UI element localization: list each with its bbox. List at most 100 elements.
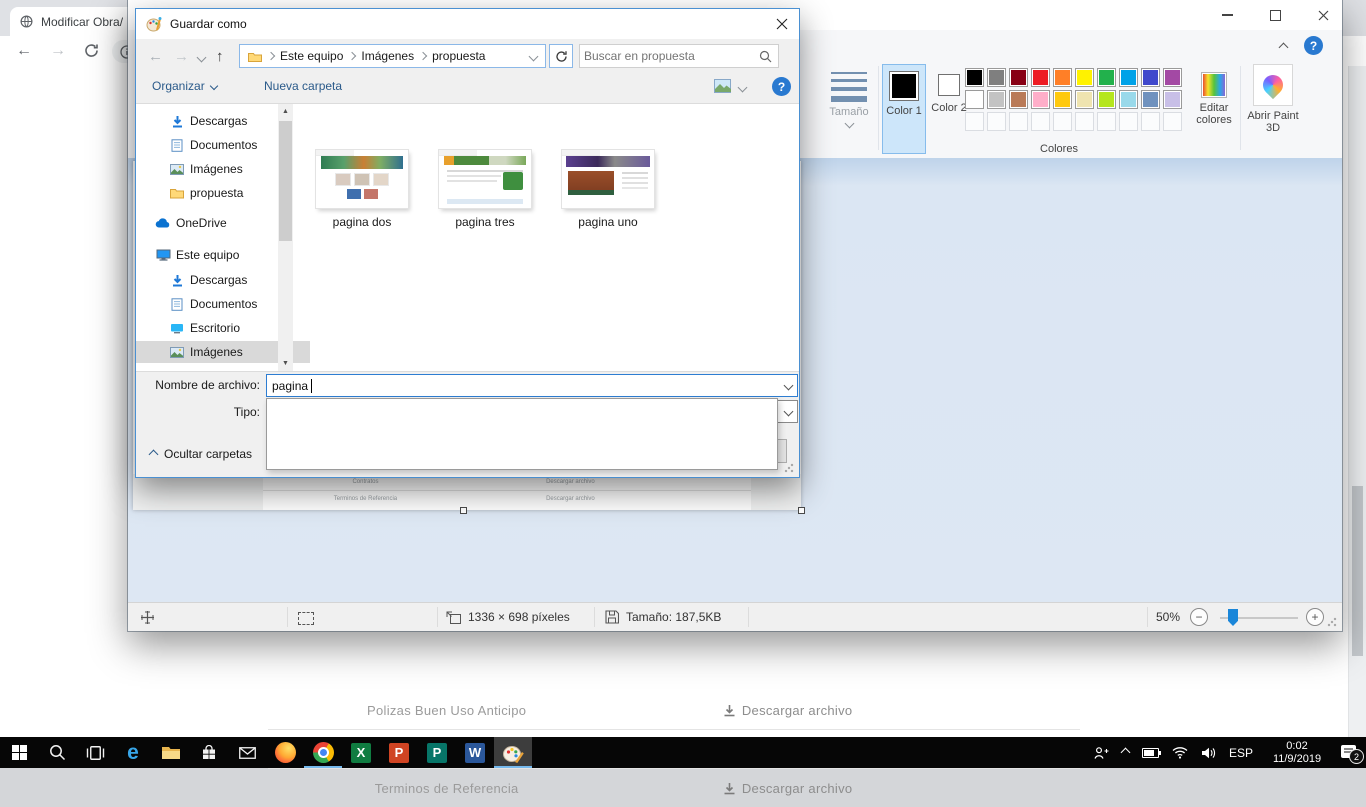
palette-empty-slot[interactable] — [1031, 112, 1050, 131]
chevron-down-icon[interactable] — [779, 408, 797, 415]
zoom-in-button[interactable]: + — [1306, 608, 1324, 626]
taskbar-firefox[interactable] — [266, 737, 304, 768]
palette-empty-slot[interactable] — [987, 112, 1006, 131]
search-box[interactable] — [579, 44, 779, 68]
hide-folders-button[interactable]: Ocultar carpetas — [150, 447, 252, 461]
wifi-icon[interactable] — [1172, 746, 1188, 759]
sidebar-item-onedrive[interactable]: OneDrive — [136, 212, 296, 234]
taskbar-paint[interactable] — [494, 737, 532, 768]
palette-color[interactable] — [1009, 68, 1028, 87]
open-paint3d-button[interactable]: Abrir Paint 3D — [1246, 64, 1300, 154]
battery-icon[interactable] — [1142, 748, 1159, 758]
taskbar-file-explorer[interactable] — [152, 737, 190, 768]
palette-empty-slot[interactable] — [1119, 112, 1138, 131]
browser-reload-icon[interactable] — [84, 43, 99, 58]
filename-input[interactable]: pagina — [266, 374, 798, 397]
file-item[interactable]: pagina tres — [425, 150, 545, 229]
sidebar-item-este-equipo[interactable]: Este equipo — [136, 244, 296, 266]
breadcrumb[interactable]: Este equipo Imágenes propuesta — [239, 44, 546, 68]
address-dropdown-icon[interactable] — [529, 51, 539, 61]
edit-colors-button[interactable]: Editar colores — [1190, 64, 1238, 154]
palette-color[interactable] — [1031, 68, 1050, 87]
palette-color[interactable] — [1141, 68, 1160, 87]
taskbar-excel[interactable]: X — [342, 737, 380, 768]
canvas-resize-handle[interactable] — [798, 507, 805, 514]
scroll-up-icon[interactable]: ▲ — [278, 104, 293, 119]
size-button[interactable]: Tamaño — [820, 64, 878, 154]
breadcrumb-segment[interactable]: Imágenes — [361, 49, 414, 63]
taskbar-chrome[interactable] — [304, 737, 342, 768]
action-center-icon[interactable]: 2 — [1341, 745, 1358, 760]
start-button[interactable] — [0, 737, 38, 768]
file-item[interactable]: pagina dos — [302, 150, 422, 229]
sidebar-scrollbar[interactable]: ▲ ▼ — [278, 104, 293, 371]
new-folder-button[interactable]: Nueva carpeta — [264, 79, 342, 93]
nav-forward-icon[interactable]: → — [174, 49, 189, 64]
palette-empty-slot[interactable] — [1097, 112, 1116, 131]
browser-forward-icon[interactable]: → — [50, 42, 66, 60]
view-dropdown-icon[interactable] — [738, 83, 748, 93]
window-resize-grip[interactable] — [1327, 617, 1337, 627]
taskbar-clock[interactable]: 0:02 11/9/2019 — [1266, 740, 1328, 766]
palette-color[interactable] — [965, 68, 984, 87]
palette-empty-slot[interactable] — [1141, 112, 1160, 131]
refresh-button[interactable] — [549, 44, 573, 68]
language-indicator[interactable]: ESP — [1229, 746, 1253, 760]
browser-back-icon[interactable]: ← — [16, 42, 32, 60]
palette-color[interactable] — [1119, 90, 1138, 109]
palette-empty-slot[interactable] — [1075, 112, 1094, 131]
palette-color[interactable] — [987, 68, 1006, 87]
nav-back-icon[interactable]: ← — [148, 49, 163, 64]
palette-color[interactable] — [1075, 90, 1094, 109]
palette-color[interactable] — [1163, 90, 1182, 109]
taskbar-search-button[interactable] — [38, 737, 76, 768]
scrollbar-thumb[interactable] — [1352, 486, 1363, 656]
palette-color[interactable] — [1009, 90, 1028, 109]
canvas-resize-handle[interactable] — [460, 507, 467, 514]
taskbar-store[interactable] — [190, 737, 228, 768]
palette-color[interactable] — [1053, 68, 1072, 87]
volume-icon[interactable] — [1201, 747, 1216, 759]
view-mode-icon[interactable] — [714, 79, 731, 93]
recent-locations-icon[interactable] — [197, 53, 207, 63]
breadcrumb-segment[interactable]: propuesta — [432, 49, 485, 63]
palette-color[interactable] — [965, 90, 984, 109]
zoom-out-button[interactable]: − — [1190, 608, 1208, 626]
filename-dropdown-list[interactable] — [266, 398, 778, 470]
minimize-button[interactable] — [1210, 4, 1244, 26]
scrollbar-thumb[interactable] — [279, 121, 292, 241]
palette-color[interactable] — [1097, 68, 1116, 87]
palette-color[interactable] — [1031, 90, 1050, 109]
close-button[interactable] — [1306, 4, 1340, 26]
organize-button[interactable]: Organizar — [152, 79, 217, 93]
palette-empty-slot[interactable] — [965, 112, 984, 131]
zoom-slider-thumb[interactable] — [1228, 609, 1238, 626]
taskbar-word[interactable]: W — [456, 737, 494, 768]
help-icon[interactable]: ? — [772, 77, 791, 96]
palette-color[interactable] — [1141, 90, 1160, 109]
palette-empty-slot[interactable] — [1053, 112, 1072, 131]
palette-empty-slot[interactable] — [1163, 112, 1182, 131]
search-input[interactable] — [580, 49, 753, 63]
palette-color[interactable] — [1075, 68, 1094, 87]
taskbar-powerpoint[interactable]: P — [380, 737, 418, 768]
people-icon[interactable] — [1094, 746, 1109, 760]
color1-button[interactable]: Color 1 — [882, 64, 926, 154]
palette-empty-slot[interactable] — [1009, 112, 1028, 131]
taskbar-edge[interactable]: e — [114, 737, 152, 768]
taskbar-mail[interactable] — [228, 737, 266, 768]
color2-button[interactable]: Color 2 — [928, 64, 970, 154]
chevron-down-icon[interactable] — [779, 382, 797, 389]
dialog-close-button[interactable] — [769, 14, 795, 34]
palette-color[interactable] — [1053, 90, 1072, 109]
maximize-button[interactable] — [1258, 4, 1292, 26]
help-icon[interactable]: ? — [1304, 36, 1323, 55]
scroll-down-icon[interactable]: ▼ — [278, 356, 293, 371]
nav-up-icon[interactable]: ↑ — [216, 49, 224, 64]
tray-expand-icon[interactable] — [1121, 748, 1131, 758]
browser-scrollbar[interactable] — [1348, 66, 1366, 737]
breadcrumb-segment[interactable]: Este equipo — [280, 49, 343, 63]
palette-color[interactable] — [1119, 68, 1138, 87]
palette-color[interactable] — [987, 90, 1006, 109]
taskbar-publisher[interactable]: P — [418, 737, 456, 768]
